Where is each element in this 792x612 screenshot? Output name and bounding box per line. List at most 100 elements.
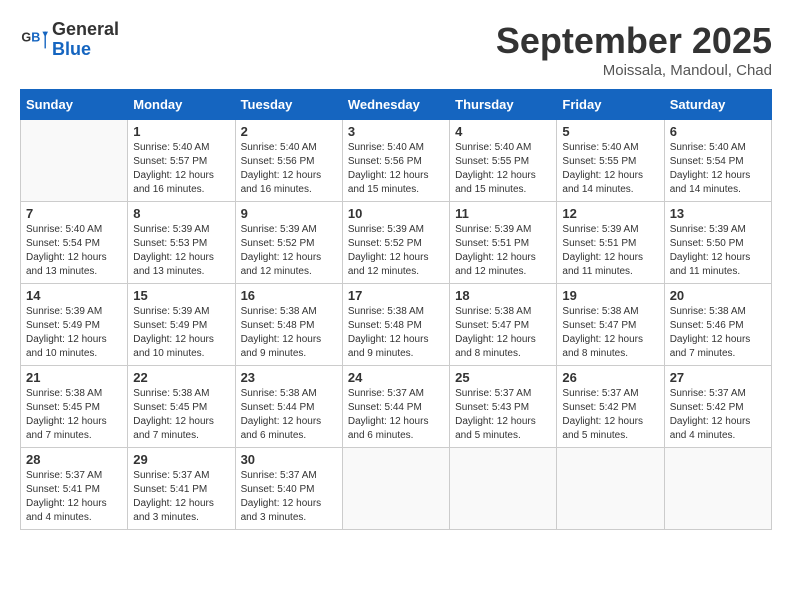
calendar-cell: 30 Sunrise: 5:37 AM Sunset: 5:40 PM Dayli… bbox=[235, 448, 342, 530]
cell-content: Sunrise: 5:37 AM Sunset: 5:44 PM Dayligh… bbox=[348, 387, 444, 443]
cell-content: Sunrise: 5:37 AM Sunset: 5:42 PM Dayligh… bbox=[562, 387, 658, 443]
cell-content: Sunrise: 5:39 AM Sunset: 5:53 PM Dayligh… bbox=[133, 223, 229, 279]
day-number: 18 bbox=[455, 288, 551, 303]
calendar-cell: 12 Sunrise: 5:39 AM Sunset: 5:51 PM Dayli… bbox=[557, 202, 664, 284]
day-number: 30 bbox=[241, 452, 337, 467]
calendar-cell: 11 Sunrise: 5:39 AM Sunset: 5:51 PM Dayli… bbox=[450, 202, 557, 284]
day-number: 15 bbox=[133, 288, 229, 303]
calendar-cell: 3Sunrise: 5:40 AM Sunset: 5:56 PM Daylig… bbox=[342, 120, 449, 202]
calendar-cell: 13 Sunrise: 5:39 AM Sunset: 5:50 PM Dayli… bbox=[664, 202, 771, 284]
cell-content: Sunrise: 5:37 AM Sunset: 5:42 PM Dayligh… bbox=[670, 387, 766, 443]
day-number: 20 bbox=[670, 288, 766, 303]
logo: G B General Blue bbox=[20, 20, 119, 60]
calendar-cell: 18 Sunrise: 5:38 AM Sunset: 5:47 PM Dayli… bbox=[450, 284, 557, 366]
day-number: 25 bbox=[455, 370, 551, 385]
svg-text:G: G bbox=[21, 30, 31, 44]
cell-content: Sunrise: 5:38 AM Sunset: 5:47 PM Dayligh… bbox=[455, 305, 551, 361]
cell-content: Sunrise: 5:38 AM Sunset: 5:45 PM Dayligh… bbox=[133, 387, 229, 443]
day-number: 22 bbox=[133, 370, 229, 385]
calendar-cell: 19Sunrise: 5:38 AM Sunset: 5:47 PM Dayli… bbox=[557, 284, 664, 366]
calendar-cell: 14 Sunrise: 5:39 AM Sunset: 5:49 PM Dayli… bbox=[21, 284, 128, 366]
day-number: 28 bbox=[26, 452, 122, 467]
day-number: 26 bbox=[562, 370, 658, 385]
cell-content: Sunrise: 5:38 AM Sunset: 5:45 PM Dayligh… bbox=[26, 387, 122, 443]
calendar-header-row: SundayMondayTuesdayWednesdayThursdayFrid… bbox=[21, 90, 772, 120]
calendar-cell: 22 Sunrise: 5:38 AM Sunset: 5:45 PM Dayli… bbox=[128, 366, 235, 448]
day-number: 17 bbox=[348, 288, 444, 303]
cell-content: Sunrise: 5:39 AM Sunset: 5:51 PM Dayligh… bbox=[562, 223, 658, 279]
calendar-cell bbox=[664, 448, 771, 530]
calendar-cell bbox=[21, 120, 128, 202]
day-number: 11 bbox=[455, 206, 551, 221]
cell-content: Sunrise: 5:37 AM Sunset: 5:41 PM Dayligh… bbox=[133, 469, 229, 525]
calendar-cell bbox=[557, 448, 664, 530]
cell-content: Sunrise: 5:40 AM Sunset: 5:54 PM Dayligh… bbox=[670, 141, 766, 197]
cell-content: Sunrise: 5:39 AM Sunset: 5:51 PM Dayligh… bbox=[455, 223, 551, 279]
calendar-cell: 20 Sunrise: 5:38 AM Sunset: 5:46 PM Dayli… bbox=[664, 284, 771, 366]
calendar-cell: 5 Sunrise: 5:40 AM Sunset: 5:55 PM Daylig… bbox=[557, 120, 664, 202]
calendar-cell: 24Sunrise: 5:37 AM Sunset: 5:44 PM Dayli… bbox=[342, 366, 449, 448]
calendar-cell: 8Sunrise: 5:39 AM Sunset: 5:53 PM Daylig… bbox=[128, 202, 235, 284]
cell-content: Sunrise: 5:38 AM Sunset: 5:44 PM Dayligh… bbox=[241, 387, 337, 443]
calendar-cell: 2 Sunrise: 5:40 AM Sunset: 5:56 PM Daylig… bbox=[235, 120, 342, 202]
month-title: September 2025 bbox=[496, 20, 772, 62]
cell-content: Sunrise: 5:38 AM Sunset: 5:48 PM Dayligh… bbox=[241, 305, 337, 361]
logo-line2: Blue bbox=[52, 40, 119, 60]
cell-content: Sunrise: 5:37 AM Sunset: 5:40 PM Dayligh… bbox=[241, 469, 337, 525]
calendar-cell: 21Sunrise: 5:38 AM Sunset: 5:45 PM Dayli… bbox=[21, 366, 128, 448]
day-header-sunday: Sunday bbox=[21, 90, 128, 120]
day-number: 10 bbox=[348, 206, 444, 221]
calendar-week-5: 28 Sunrise: 5:37 AM Sunset: 5:41 PM Dayli… bbox=[21, 448, 772, 530]
calendar-cell: 17 Sunrise: 5:38 AM Sunset: 5:48 PM Dayli… bbox=[342, 284, 449, 366]
cell-content: Sunrise: 5:38 AM Sunset: 5:47 PM Dayligh… bbox=[562, 305, 658, 361]
calendar-cell: 26 Sunrise: 5:37 AM Sunset: 5:42 PM Dayli… bbox=[557, 366, 664, 448]
calendar-cell: 23 Sunrise: 5:38 AM Sunset: 5:44 PM Dayli… bbox=[235, 366, 342, 448]
calendar-cell: 27 Sunrise: 5:37 AM Sunset: 5:42 PM Dayli… bbox=[664, 366, 771, 448]
cell-content: Sunrise: 5:38 AM Sunset: 5:48 PM Dayligh… bbox=[348, 305, 444, 361]
day-number: 23 bbox=[241, 370, 337, 385]
day-header-thursday: Thursday bbox=[450, 90, 557, 120]
calendar-week-4: 21Sunrise: 5:38 AM Sunset: 5:45 PM Dayli… bbox=[21, 366, 772, 448]
day-number: 7 bbox=[26, 206, 122, 221]
day-number: 5 bbox=[562, 124, 658, 139]
day-header-tuesday: Tuesday bbox=[235, 90, 342, 120]
calendar-week-3: 14 Sunrise: 5:39 AM Sunset: 5:49 PM Dayli… bbox=[21, 284, 772, 366]
day-number: 9 bbox=[241, 206, 337, 221]
day-number: 16 bbox=[241, 288, 337, 303]
calendar-table: SundayMondayTuesdayWednesdayThursdayFrid… bbox=[20, 89, 772, 530]
calendar-cell: 15Sunrise: 5:39 AM Sunset: 5:49 PM Dayli… bbox=[128, 284, 235, 366]
day-number: 2 bbox=[241, 124, 337, 139]
day-header-friday: Friday bbox=[557, 90, 664, 120]
day-header-saturday: Saturday bbox=[664, 90, 771, 120]
day-number: 27 bbox=[670, 370, 766, 385]
cell-content: Sunrise: 5:37 AM Sunset: 5:43 PM Dayligh… bbox=[455, 387, 551, 443]
logo-line1: General bbox=[52, 20, 119, 40]
calendar-cell: 7 Sunrise: 5:40 AM Sunset: 5:54 PM Daylig… bbox=[21, 202, 128, 284]
title-block: September 2025 Moissala, Mandoul, Chad bbox=[496, 20, 772, 79]
calendar-cell bbox=[450, 448, 557, 530]
cell-content: Sunrise: 5:39 AM Sunset: 5:52 PM Dayligh… bbox=[241, 223, 337, 279]
cell-content: Sunrise: 5:40 AM Sunset: 5:55 PM Dayligh… bbox=[562, 141, 658, 197]
cell-content: Sunrise: 5:40 AM Sunset: 5:55 PM Dayligh… bbox=[455, 141, 551, 197]
calendar-cell bbox=[342, 448, 449, 530]
day-header-wednesday: Wednesday bbox=[342, 90, 449, 120]
cell-content: Sunrise: 5:40 AM Sunset: 5:54 PM Dayligh… bbox=[26, 223, 122, 279]
calendar-cell: 25 Sunrise: 5:37 AM Sunset: 5:43 PM Dayli… bbox=[450, 366, 557, 448]
day-header-monday: Monday bbox=[128, 90, 235, 120]
cell-content: Sunrise: 5:37 AM Sunset: 5:41 PM Dayligh… bbox=[26, 469, 122, 525]
calendar-cell: 1Sunrise: 5:40 AM Sunset: 5:57 PM Daylig… bbox=[128, 120, 235, 202]
calendar-cell: 6 Sunrise: 5:40 AM Sunset: 5:54 PM Daylig… bbox=[664, 120, 771, 202]
cell-content: Sunrise: 5:39 AM Sunset: 5:50 PM Dayligh… bbox=[670, 223, 766, 279]
day-number: 12 bbox=[562, 206, 658, 221]
day-number: 1 bbox=[133, 124, 229, 139]
day-number: 13 bbox=[670, 206, 766, 221]
logo-icon: G B bbox=[20, 26, 48, 54]
calendar-week-2: 7 Sunrise: 5:40 AM Sunset: 5:54 PM Daylig… bbox=[21, 202, 772, 284]
day-number: 6 bbox=[670, 124, 766, 139]
day-number: 4 bbox=[455, 124, 551, 139]
cell-content: Sunrise: 5:38 AM Sunset: 5:46 PM Dayligh… bbox=[670, 305, 766, 361]
cell-content: Sunrise: 5:40 AM Sunset: 5:56 PM Dayligh… bbox=[241, 141, 337, 197]
cell-content: Sunrise: 5:39 AM Sunset: 5:49 PM Dayligh… bbox=[26, 305, 122, 361]
day-number: 29 bbox=[133, 452, 229, 467]
day-number: 14 bbox=[26, 288, 122, 303]
